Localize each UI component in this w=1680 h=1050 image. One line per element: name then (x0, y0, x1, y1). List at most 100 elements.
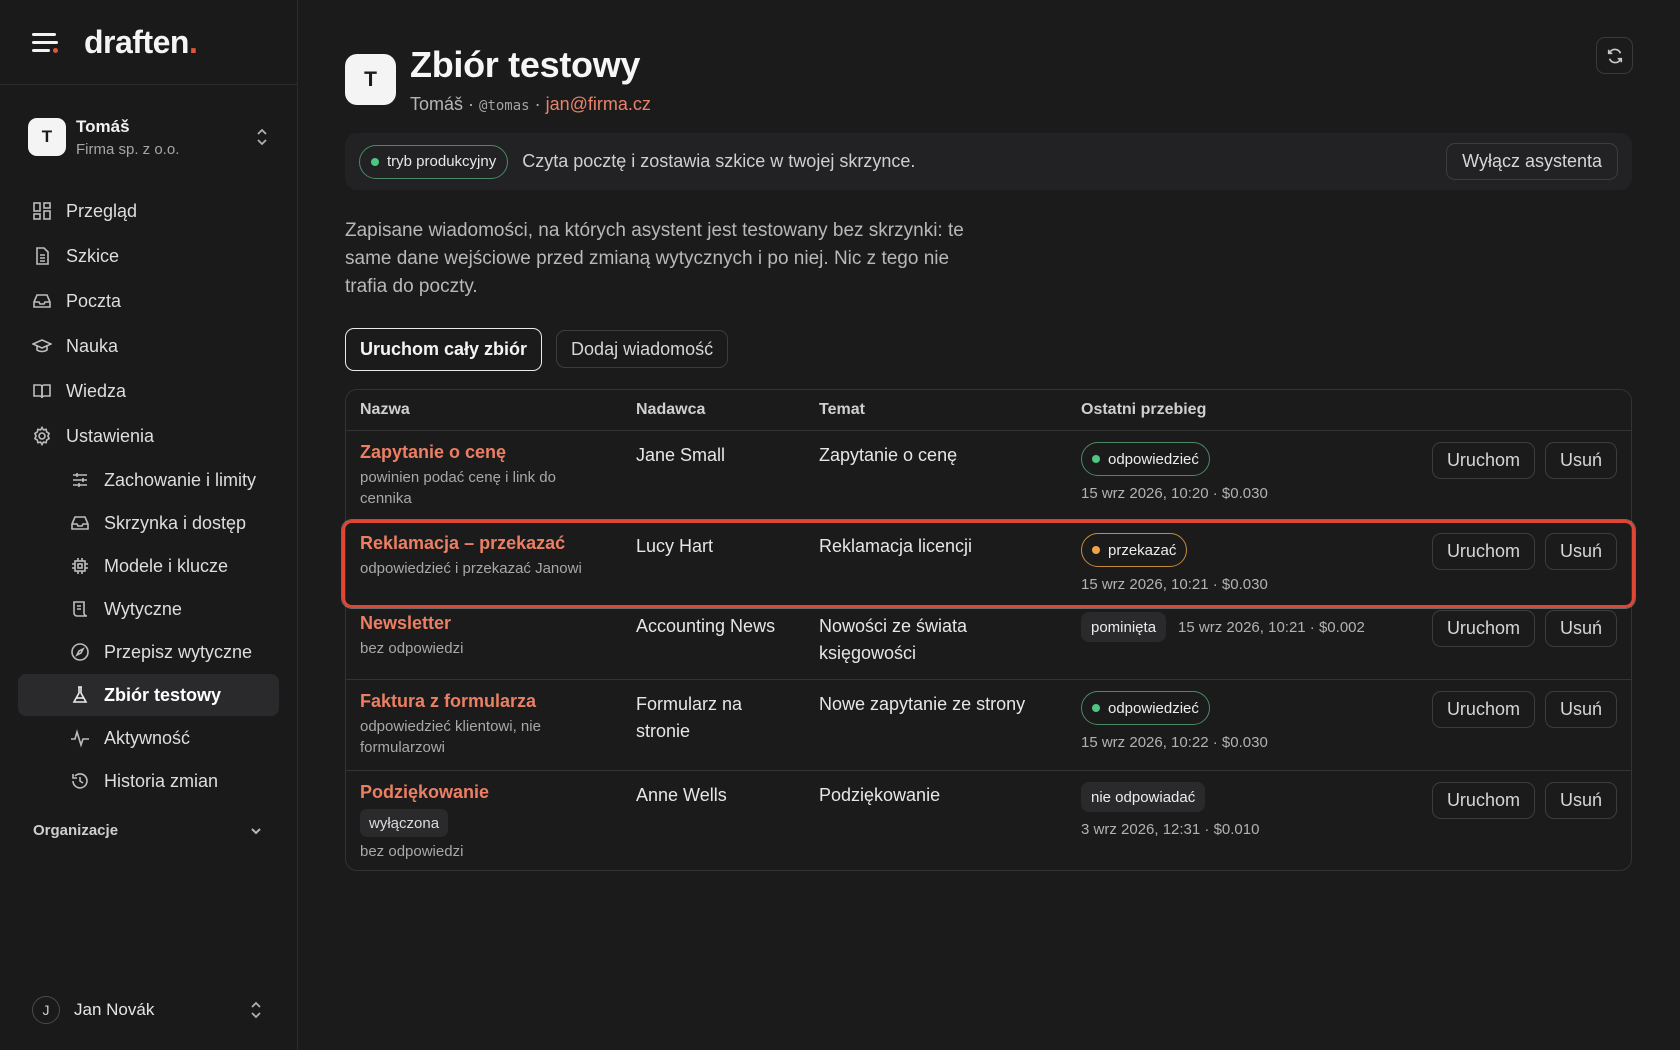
nav-item-wytyczne[interactable]: Wytyczne (56, 588, 279, 630)
test-set-table: Nazwa Nadawca Temat Ostatni przebieg Zap… (342, 389, 1635, 871)
status-dot (1092, 455, 1100, 463)
status-dot (1092, 546, 1100, 554)
settings-subnav: Zachowanie i limity Skrzynka i dostęp Mo… (18, 459, 279, 802)
run-button[interactable]: Uruchom (1431, 691, 1535, 728)
nav-item-modele[interactable]: Modele i klucze (56, 545, 279, 587)
table-header: Nazwa Nadawca Temat Ostatni przebieg (346, 390, 1631, 431)
row-subject: Podziękowanie (819, 785, 941, 805)
user-switcher[interactable]: J Jan Novák (32, 996, 263, 1024)
nav-item-zbior-testowy[interactable]: Zbiór testowy (18, 674, 279, 716)
disabled-tag: wyłączona (360, 809, 449, 837)
status-dot (371, 157, 379, 166)
run-button[interactable]: Uruchom (1431, 782, 1535, 819)
run-timestamp: 15 wrz 2026, 10:20 · $0.030 (1081, 485, 1268, 502)
row-subject: Nowe zapytanie ze strony (819, 694, 1026, 714)
add-message-button[interactable]: Dodaj wiadomość (556, 330, 729, 368)
row-name-link[interactable]: Faktura z formularza (360, 691, 636, 712)
run-timestamp: 15 wrz 2026, 10:21 · $0.030 (1081, 576, 1268, 593)
row-sender: Accounting News (636, 616, 776, 636)
page-meta: Tomáš · @tomas · jan@firma.cz (410, 94, 651, 114)
organizations-toggle[interactable]: Organizacje (0, 822, 297, 839)
delete-button[interactable]: Usuń (1544, 610, 1617, 647)
status-badge: pominięta (1081, 612, 1167, 642)
status-badge: przekazać (1081, 533, 1188, 567)
table-row: Reklamacja – przekazać odpowiedzieć i pr… (342, 520, 1635, 608)
user-handle: @tomas (479, 98, 530, 114)
history-icon (72, 773, 88, 789)
inbox-icon (33, 294, 51, 308)
row-note: odpowiedzieć i przekazać Janowi (360, 560, 582, 577)
gear-icon (33, 426, 51, 446)
nav-item-wiedza[interactable]: Wiedza (18, 369, 279, 413)
row-name-link[interactable]: Zapytanie o cenę (360, 442, 636, 463)
row-sender: Jane Small (636, 445, 726, 465)
actions-bar: Uruchom cały zbiór Dodaj wiadomość (345, 328, 1632, 371)
menu-icon[interactable] (32, 30, 60, 54)
row-name-link[interactable]: Podziękowanie (360, 782, 636, 803)
account-company: Firma sp. z o.o. (76, 140, 180, 158)
nav-item-aktywnosc[interactable]: Aktywność (56, 717, 279, 759)
status-badge: odpowiedzieć (1081, 691, 1210, 725)
row-subject: Nowości ze świata księgowości (819, 616, 968, 663)
refresh-icon (1607, 48, 1622, 63)
logo[interactable]: draften. (84, 24, 205, 61)
run-button[interactable]: Uruchom (1431, 442, 1535, 479)
disable-assistant-button[interactable]: Wyłącz asystenta (1446, 143, 1618, 180)
account-name: Tomáš (76, 116, 130, 136)
mode-banner: tryb produkcyjny Czyta pocztę i zostawia… (345, 133, 1632, 190)
refresh-button[interactable] (1596, 37, 1633, 74)
status-badge: odpowiedzieć (1081, 442, 1210, 476)
chevron-down-icon (251, 827, 261, 834)
sliders-icon (73, 473, 87, 487)
user-avatar: J (32, 996, 60, 1024)
nav-item-ustawienia[interactable]: Ustawienia (18, 414, 279, 458)
row-sender: Lucy Hart (636, 536, 714, 556)
graduation-icon (32, 339, 52, 353)
delete-button[interactable]: Usuń (1544, 533, 1617, 570)
nav-item-szkice[interactable]: Szkice (18, 234, 279, 278)
row-name-link[interactable]: Reklamacja – przekazać (360, 533, 636, 554)
delete-button[interactable]: Usuń (1544, 782, 1617, 819)
chevron-updown-icon (251, 1001, 261, 1019)
nav-item-przeglad[interactable]: Przegląd (18, 189, 279, 233)
activity-icon (71, 729, 89, 748)
compass-icon (71, 643, 89, 661)
account-avatar: T (28, 118, 66, 156)
book-icon (33, 384, 51, 399)
run-button[interactable]: Uruchom (1431, 610, 1535, 647)
nav-item-poczta[interactable]: Poczta (18, 279, 279, 323)
delete-button[interactable]: Usuń (1544, 442, 1617, 479)
account-switcher[interactable]: T Tomáš Firma sp. z o.o. (0, 85, 297, 189)
file-icon (36, 247, 49, 265)
production-mode-badge: tryb produkcyjny (359, 144, 509, 179)
nav-item-nauka[interactable]: Nauka (18, 324, 279, 368)
grid-icon (33, 202, 51, 220)
row-note: bez odpowiedzi (360, 640, 464, 657)
delete-button[interactable]: Usuń (1544, 691, 1617, 728)
table-row: Newsletter bez odpowiedzi Accounting New… (346, 607, 1631, 680)
run-timestamp: 3 wrz 2026, 12:31 · $0.010 (1081, 821, 1260, 838)
run-button[interactable]: Uruchom (1431, 533, 1535, 570)
row-sender: Formularz na stronie (636, 694, 743, 741)
row-note: powinien podać cenę i link do cennika (360, 469, 556, 507)
row-subject: Zapytanie o cenę (819, 445, 958, 465)
run-all-button[interactable]: Uruchom cały zbiór (345, 328, 543, 371)
nav-item-zachowanie[interactable]: Zachowanie i limity (56, 459, 279, 501)
brand-bar: draften. (0, 0, 297, 85)
user-name: Jan Novák (74, 1000, 155, 1019)
email-link[interactable]: jan@firma.cz (546, 94, 651, 114)
nav-item-historia[interactable]: Historia zmian (56, 760, 279, 802)
run-timestamp: 15 wrz 2026, 10:22 · $0.030 (1081, 734, 1268, 751)
run-timestamp: 15 wrz 2026, 10:21 · $0.002 (1178, 618, 1365, 636)
row-note: bez odpowiedzi (360, 843, 464, 860)
banner-text: Czyta pocztę i zostawia szkice w twojej … (522, 151, 916, 171)
chip-icon (72, 558, 88, 574)
nav-item-skrzynka[interactable]: Skrzynka i dostęp (56, 502, 279, 544)
page-title: Zbiór testowy (410, 44, 641, 85)
sidebar: draften. T Tomáš Firma sp. z o.o. Przegl… (0, 0, 298, 1050)
nav-item-przepisz[interactable]: Przepisz wytyczne (56, 631, 279, 673)
main-nav: Przegląd Szkice Poczta Nauka Wiedza Usta… (0, 189, 297, 802)
row-name-link[interactable]: Newsletter (360, 613, 636, 634)
row-sender: Anne Wells (636, 785, 727, 805)
page-header: T Zbiór testowy Tomáš · @tomas · jan@fir… (345, 44, 1632, 115)
